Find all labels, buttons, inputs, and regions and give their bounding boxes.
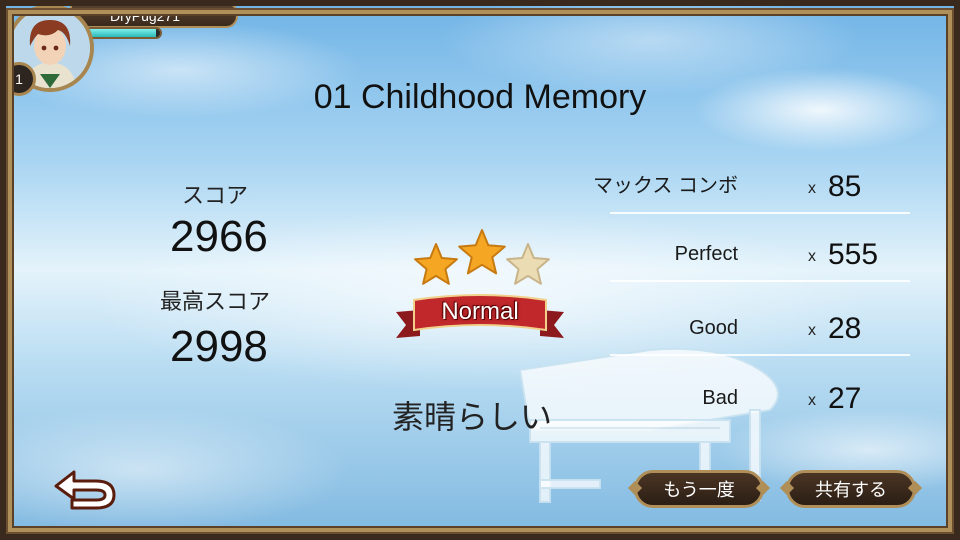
stat-value: 28 [828,312,862,345]
player-name: DryPug271 [110,8,181,24]
stat-multiplier: x [808,248,816,265]
star-icon-empty [506,243,550,285]
level-badge: 1 [2,62,36,96]
score-value: 2966 [170,212,268,261]
stat-value: 27 [828,382,862,415]
stat-row: Good x 28 [610,298,910,356]
star-icon-filled [458,229,506,275]
stat-multiplier: x [808,322,816,339]
best-score-label: 最高スコア [160,290,271,315]
star-rating [414,229,550,285]
stat-label: Bad [702,387,738,409]
best-score-value: 2998 [170,322,268,371]
stat-multiplier: x [808,392,816,409]
share-button[interactable]: 共有する [786,470,916,508]
stat-multiplier: x [808,180,816,197]
stat-label: Perfect [674,243,738,265]
result-comment: 素晴らしい [392,398,553,436]
retry-button[interactable]: もう一度 [634,470,764,508]
stat-row: マックス コンボ x 85 [593,156,910,214]
back-arrow-icon[interactable] [52,466,118,512]
stat-label: マックス コンボ [593,175,738,197]
score-label: スコア [182,184,249,209]
stat-value: 85 [828,170,862,203]
stat-value: 555 [828,238,879,271]
song-title: 01 Childhood Memory [313,78,647,116]
difficulty-label: Normal [441,298,519,325]
player-name-plate: DryPug271 [70,2,238,28]
results-screen: DryPug271 1 01 Childhood Memory スコア 2966… [0,0,960,540]
stat-label: Good [689,317,738,339]
star-icon-filled [414,243,458,285]
stat-row: Bad x 27 [610,368,910,424]
stat-row: Perfect x 555 [610,224,910,282]
